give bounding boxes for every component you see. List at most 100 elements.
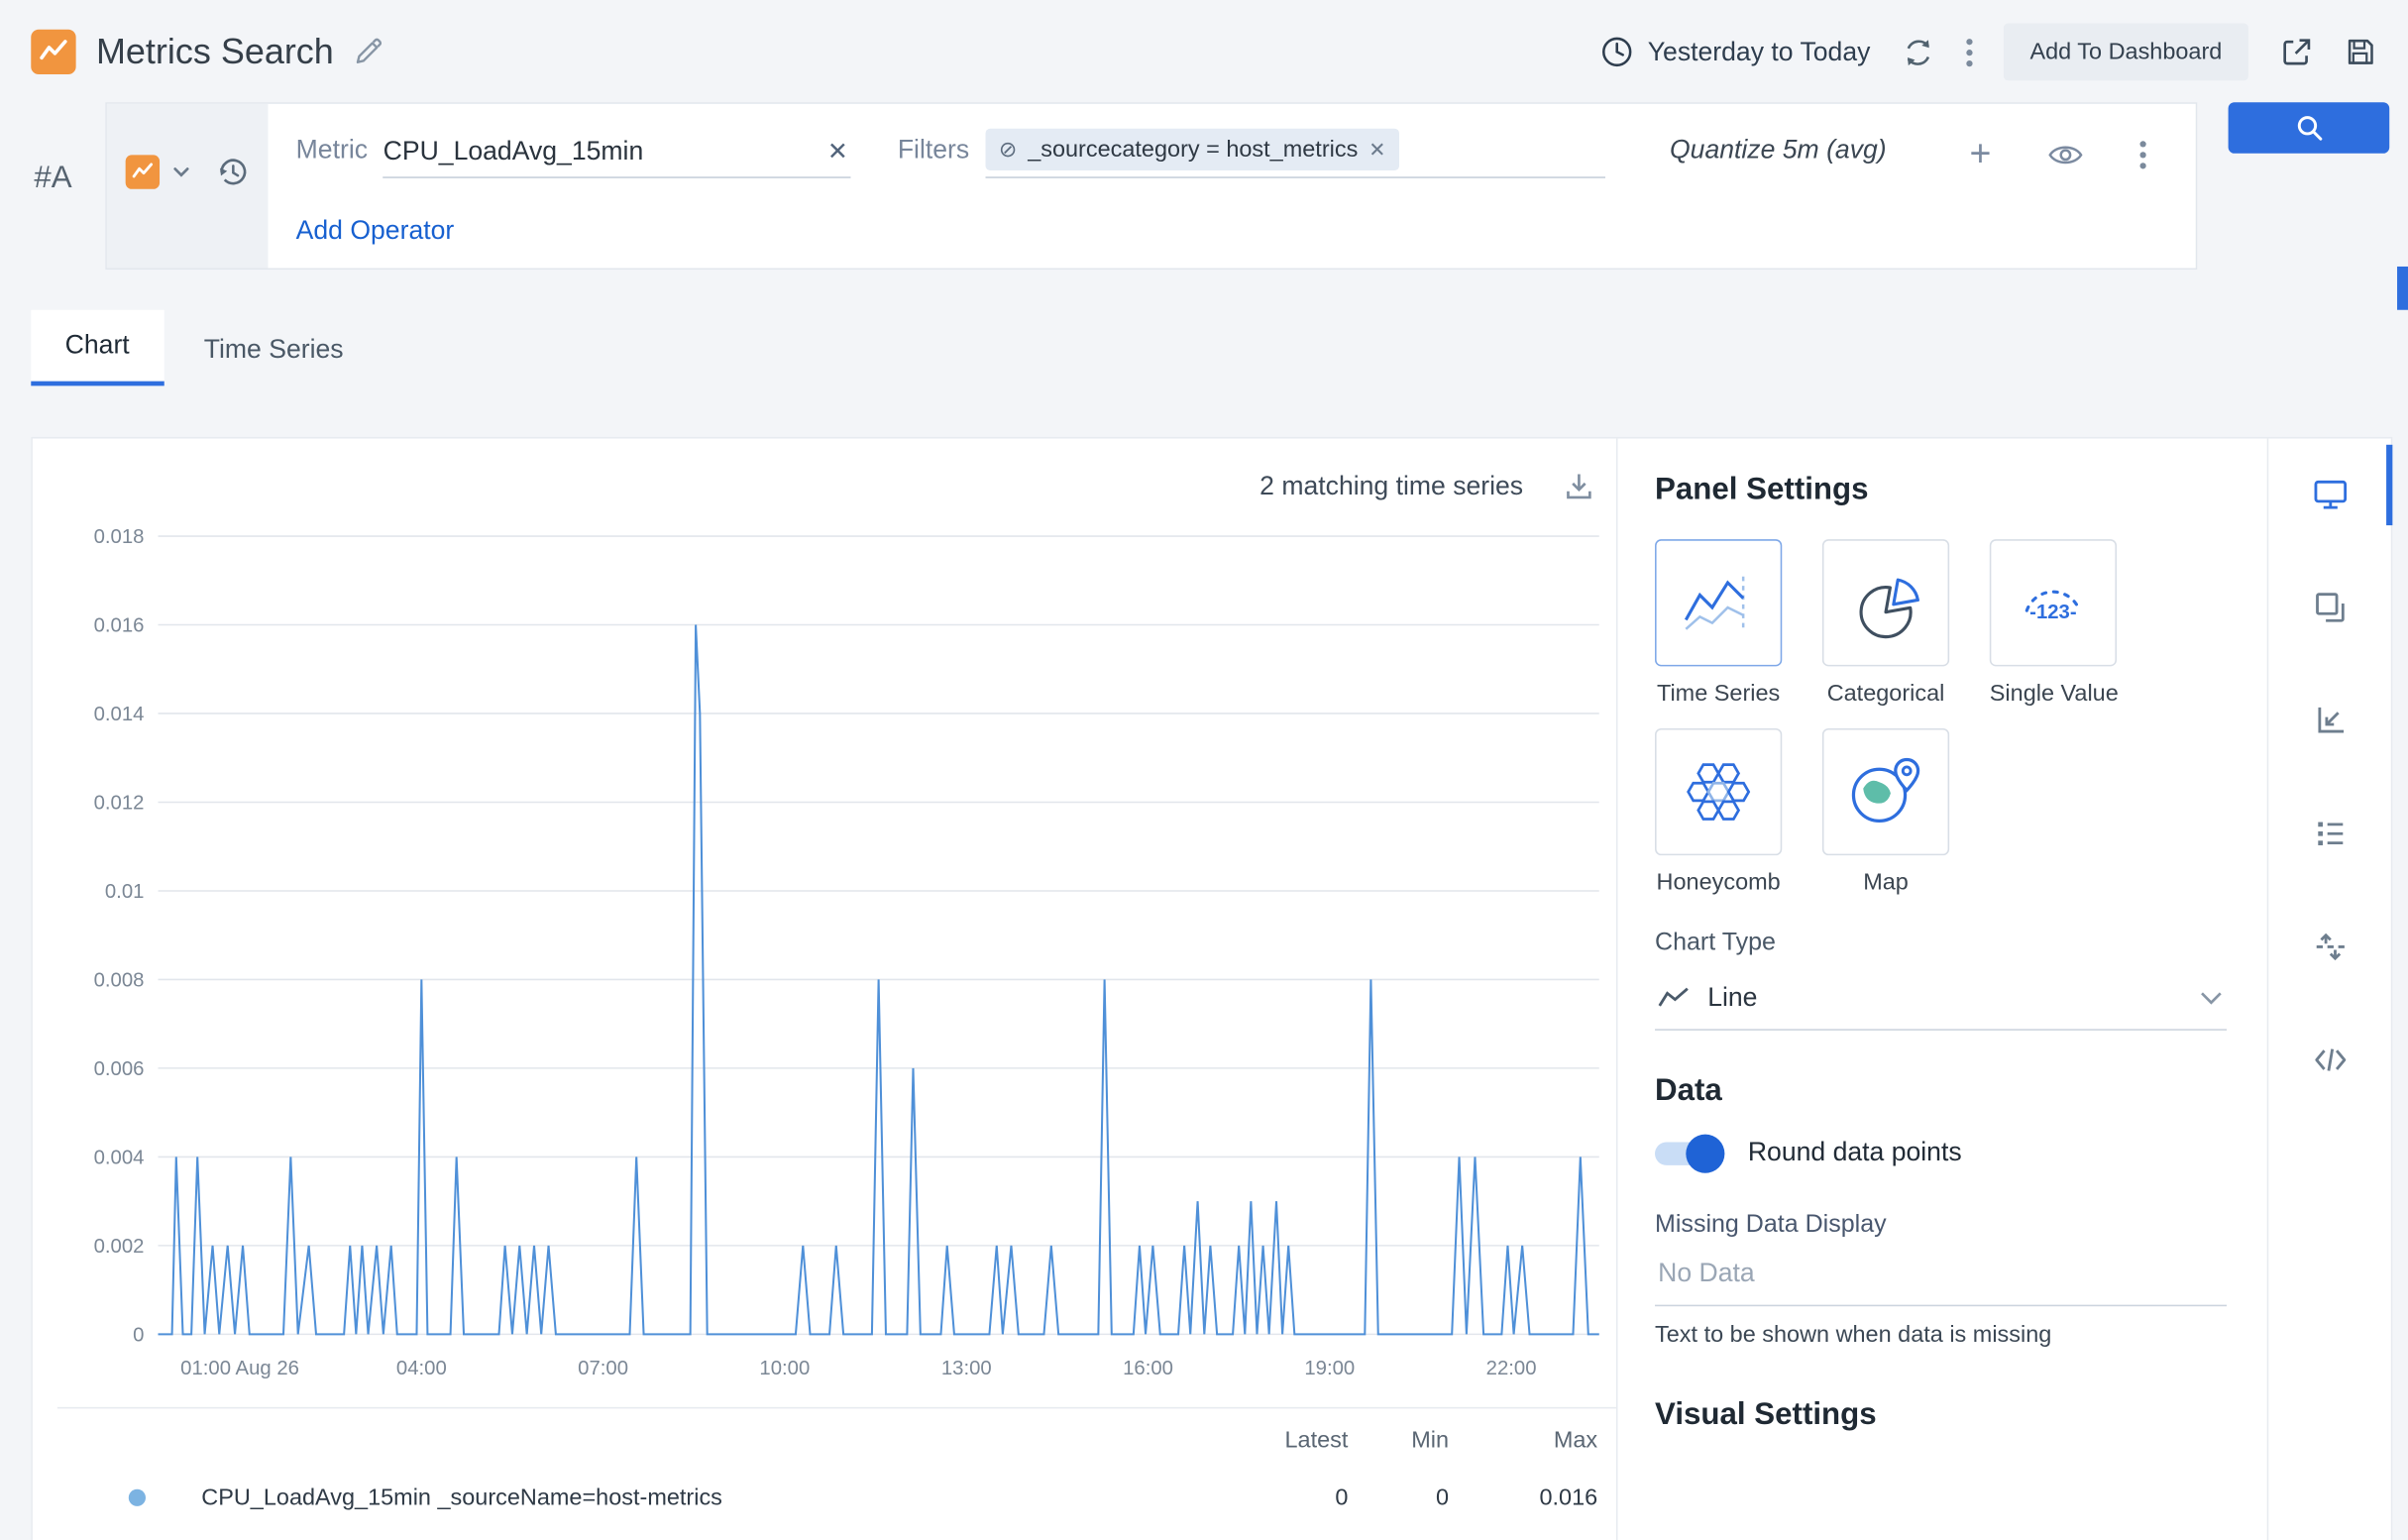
round-data-label: Round data points (1748, 1138, 1962, 1168)
run-search-button[interactable] (2229, 102, 2390, 154)
time-range-picker[interactable]: Yesterday to Today (1601, 36, 1871, 68)
edit-title-button[interactable] (354, 38, 383, 67)
type-label: Single Value (1990, 680, 2117, 707)
single-value-type-icon: -123- (1990, 539, 2117, 666)
eye-icon (2047, 143, 2085, 167)
chevron-down-icon[interactable] (172, 155, 191, 188)
panel-settings: Panel Settings Time Series (1618, 439, 2267, 1540)
tab-chart[interactable]: Chart (31, 310, 164, 386)
quantize-label: Quantize 5m (avg) (1670, 135, 1887, 178)
chart-type-value: Line (1707, 982, 2180, 1013)
chart-type-section: Chart Type Line (1655, 930, 2227, 1031)
panel-type-grid: Time Series Categorical (1655, 539, 2166, 896)
svg-text:0.014: 0.014 (94, 704, 145, 725)
round-data-row: Round data points (1655, 1138, 2227, 1168)
categorical-type-icon (1822, 539, 1949, 666)
save-floppy-icon (2345, 36, 2377, 68)
panel-type-honeycomb[interactable]: Honeycomb (1655, 728, 1782, 896)
legend-col-min: Min (1348, 1427, 1449, 1454)
series-color-dot (129, 1489, 146, 1506)
add-operator-link[interactable]: Add Operator (296, 215, 455, 246)
kebab-icon (2139, 141, 2145, 168)
metric-input[interactable] (383, 137, 824, 167)
history-icon[interactable] (215, 155, 249, 188)
time-range-label: Yesterday to Today (1648, 37, 1871, 67)
filter-chip-remove-icon[interactable]: ✕ (1368, 137, 1385, 162)
legend-header: Latest Min Max (57, 1427, 1597, 1454)
series-max-value: 0.016 (1449, 1485, 1597, 1511)
data-section: Data Round data points Missing Data Disp… (1655, 1074, 2227, 1349)
display-settings-button[interactable] (2308, 473, 2352, 520)
legend-row[interactable]: CPU_LoadAvg_15min _sourceName=host-metri… (57, 1485, 1597, 1511)
data-section-title: Data (1655, 1074, 2227, 1110)
svg-text:0.018: 0.018 (94, 526, 145, 548)
axes-settings-button[interactable] (2308, 699, 2352, 746)
visual-settings-title: Visual Settings (1655, 1397, 2227, 1433)
more-options-button[interactable] (1966, 38, 1972, 65)
top-bar-left: Metrics Search (31, 30, 383, 74)
results-panel: 2 matching time series 00.0020.0040.0060… (31, 437, 2392, 1540)
svg-text:0.012: 0.012 (94, 793, 145, 815)
panel-settings-title: Panel Settings (1655, 473, 2227, 508)
chart-type-select[interactable]: Line (1655, 964, 2227, 1031)
code-settings-button[interactable] (2308, 1039, 2352, 1086)
matching-series-label: 2 matching time series (1259, 471, 1523, 501)
svg-text:0: 0 (133, 1324, 144, 1346)
metric-clear-icon[interactable]: ✕ (824, 137, 851, 167)
clock-icon (1601, 36, 1634, 68)
svg-text:16:00: 16:00 (1123, 1358, 1173, 1379)
legend-name-spacer (57, 1427, 1209, 1454)
svg-text:0.016: 0.016 (94, 615, 145, 637)
svg-text:0.01: 0.01 (105, 881, 145, 903)
exclude-icon: ⊘ (999, 137, 1017, 164)
query-options-button[interactable] (2139, 141, 2145, 168)
threshold-settings-button[interactable] (2308, 926, 2352, 973)
result-tabs: Chart Time Series (31, 310, 2408, 386)
line-chart[interactable]: 00.0020.0040.0060.0080.010.0120.0140.016… (57, 513, 1622, 1404)
axes-icon (2311, 702, 2349, 739)
filters-input-area[interactable]: ⊘ _sourcecategory = host_metrics ✕ (985, 129, 1604, 178)
svg-text:13:00: 13:00 (941, 1358, 992, 1379)
tab-time-series[interactable]: Time Series (164, 314, 383, 385)
missing-data-input[interactable] (1655, 1240, 2227, 1306)
metric-input-wrap: ✕ (383, 137, 851, 178)
query-row-icons: + (1969, 141, 2164, 178)
refresh-button[interactable] (1902, 35, 1935, 68)
svg-text:0.006: 0.006 (94, 1058, 145, 1080)
panel-type-categorical[interactable]: Categorical (1822, 539, 1949, 707)
svg-text:0.008: 0.008 (94, 969, 145, 991)
legend-col-max: Max (1449, 1427, 1597, 1454)
metrics-search-app: Metrics Search Yesterday to Today (0, 0, 2408, 1540)
code-icon (2311, 1042, 2349, 1079)
panel-type-map[interactable]: Map (1822, 728, 1949, 896)
panel-type-time-series[interactable]: Time Series (1655, 539, 1782, 707)
type-label: Time Series (1655, 680, 1782, 707)
chevron-down-icon (2199, 990, 2224, 1006)
scrollbar-thumb[interactable] (2397, 267, 2408, 310)
download-icon (1564, 471, 1594, 501)
map-type-icon (1822, 728, 1949, 855)
chart-type-label: Chart Type (1655, 930, 2227, 957)
svg-text:0.002: 0.002 (94, 1236, 145, 1258)
missing-data-help: Text to be shown when data is missing (1655, 1322, 2227, 1349)
top-bar: Metrics Search Yesterday to Today (0, 0, 2408, 93)
add-to-dashboard-button[interactable]: Add To Dashboard (2004, 23, 2248, 80)
chart-area: 2 matching time series 00.0020.0040.0060… (33, 439, 1618, 1540)
type-label: Map (1822, 869, 1949, 896)
add-query-button[interactable]: + (1969, 141, 1991, 168)
toggle-visibility-button[interactable] (2047, 143, 2085, 167)
chart-header: 2 matching time series (57, 460, 1616, 512)
chart-legend: Latest Min Max CPU_LoadAvg_15min _source… (57, 1407, 1616, 1511)
save-button[interactable] (2345, 36, 2377, 68)
download-chart-button[interactable] (1564, 471, 1594, 501)
metrics-query-icon[interactable] (126, 155, 160, 188)
screen: Metrics Search Yesterday to Today (0, 0, 2408, 1540)
line-type-icon (1658, 987, 1689, 1009)
query-row-label: #A (34, 102, 105, 196)
overlay-settings-button[interactable] (2308, 586, 2352, 633)
panel-type-single-value[interactable]: -123- Single Value (1990, 539, 2117, 707)
share-button[interactable] (2279, 35, 2313, 68)
legend-settings-button[interactable] (2308, 812, 2352, 859)
page-title: Metrics Search (96, 31, 334, 72)
round-data-toggle[interactable] (1655, 1142, 1720, 1164)
